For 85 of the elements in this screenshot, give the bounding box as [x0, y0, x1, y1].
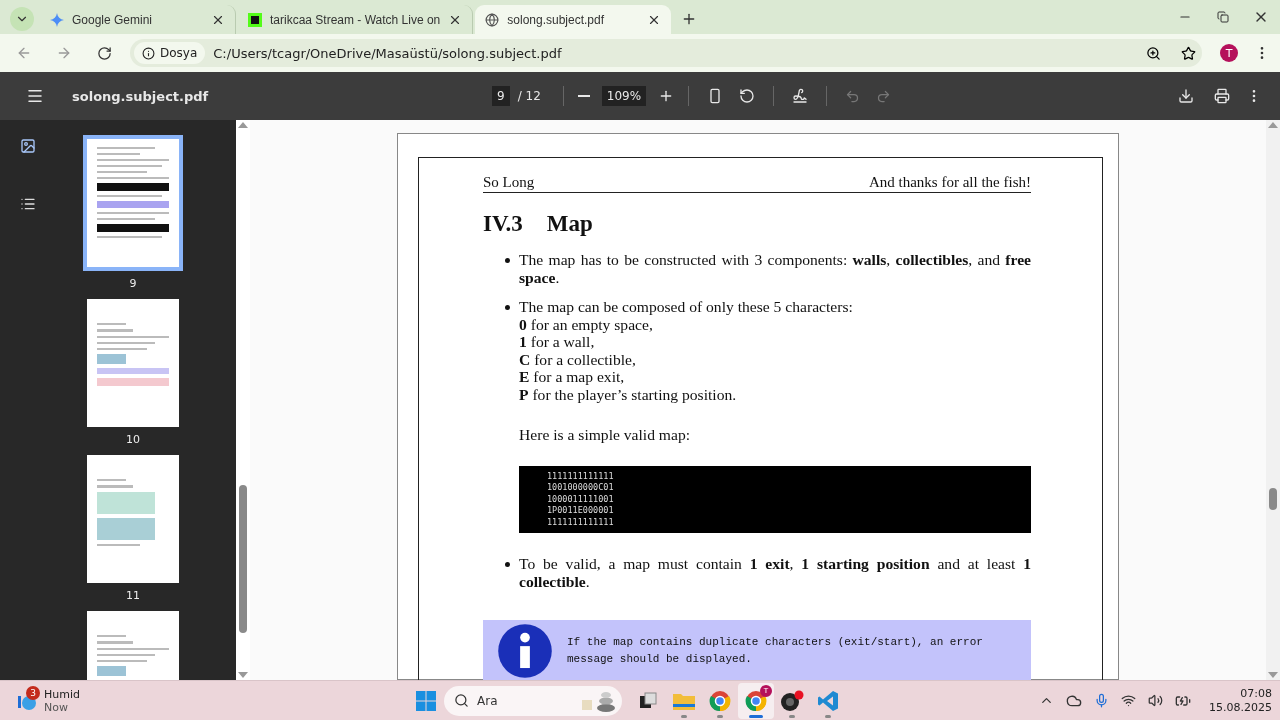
tab-search-button[interactable]: [10, 7, 34, 31]
bookmark-star-icon[interactable]: [1181, 45, 1196, 61]
annotate-button[interactable]: [792, 88, 809, 104]
redo-icon: [876, 88, 892, 104]
site-info-chip[interactable]: Dosya: [134, 42, 206, 64]
url-text: C:/Users/tcagr/OneDrive/Masaüstü/solong.subject.pdf: [213, 45, 563, 61]
site-logo-icon: [248, 12, 262, 27]
zoom-icon[interactable]: [1146, 45, 1161, 61]
running-header: And thanks for all the fish!: [868, 174, 1031, 191]
character-line: C for a collectible,: [519, 350, 637, 368]
page-count: / 12: [517, 89, 541, 103]
zoom-field[interactable]: 109%: [601, 86, 647, 106]
minus-icon: [577, 95, 590, 97]
folder-icon: [673, 691, 695, 710]
tab-title: tarikcaa Stream - Watch Live on: [270, 12, 441, 27]
print-button[interactable]: [1214, 88, 1230, 104]
section-heading: Map: [546, 211, 593, 237]
wifi-icon[interactable]: [1121, 693, 1136, 708]
character-line: E for a map exit,: [519, 368, 626, 386]
list-icon: [20, 196, 36, 212]
download-button[interactable]: [1178, 88, 1194, 104]
bullet-dot: [505, 305, 510, 310]
redo-button[interactable]: [876, 88, 892, 104]
rotate-icon: [739, 88, 756, 104]
page-number: 10: [126, 433, 140, 446]
running-header: So Long: [483, 174, 535, 191]
volume-icon[interactable]: [1148, 693, 1163, 708]
page-thumbnail[interactable]: [87, 299, 179, 427]
undo-button[interactable]: [845, 88, 861, 104]
character-line: 1 for a wall,: [519, 333, 596, 351]
browser-icon: [709, 689, 731, 712]
image-icon: [20, 138, 36, 154]
tab-title: Google Gemini: [72, 12, 154, 27]
character-line: 0 for an empty space,: [519, 315, 654, 333]
browser-icon: [745, 689, 767, 712]
weather-subtitle: Now: [44, 700, 69, 714]
profile-avatar[interactable]: T: [1220, 44, 1238, 62]
search-icon: [454, 693, 469, 708]
code-editor-icon: [817, 689, 839, 712]
forward-arrow-icon: [56, 45, 72, 61]
sparkle-icon: [50, 12, 64, 27]
pen-scribble-icon: [792, 88, 809, 104]
restore-icon: [1217, 11, 1229, 23]
page-thumbnail[interactable]: [83, 135, 183, 271]
tab-title: solong.subject.pdf: [507, 12, 606, 27]
browser-tab[interactable]: solong.subject.pdf: [475, 5, 672, 34]
character-line: P for the player’s starting position.: [519, 385, 738, 403]
reload-icon: [96, 45, 112, 61]
search-field[interactable]: Ara: [444, 685, 622, 716]
code-block: 1111111111111 1001000000C01 1000011111001 1P0011E000001 1111111111111: [519, 465, 1031, 533]
page-number: 9: [129, 277, 137, 290]
page-number: 11: [126, 589, 140, 602]
globe-icon: [485, 12, 500, 27]
info-icon: [497, 623, 553, 679]
bullet-text: The map can be composed of only these 5 characters:: [519, 298, 854, 316]
bullet-text: The map has to be constructed with 3 components: walls, collectibles, and free space.: [519, 251, 1031, 286]
info-icon: [142, 46, 155, 60]
paragraph: Here is a simple valid map:: [519, 426, 692, 444]
start-icon[interactable]: [416, 690, 436, 711]
task-view-icon: [638, 690, 658, 711]
weather-widget[interactable]: 3 Humid Now: [16, 687, 416, 714]
profile-badge: T: [760, 684, 772, 697]
scrollbar[interactable]: [236, 120, 250, 680]
menu-icon: [26, 87, 44, 105]
page-thumbnail[interactable]: [87, 455, 179, 583]
address-bar[interactable]: Dosya C:/Users/tcagr/OneDrive/Masaüstü/solong.subject.pdf: [130, 39, 1202, 67]
note-text: If the map contains duplicate characters (exit/start), an error message should be displayed.: [567, 635, 984, 667]
rotate-button[interactable]: [739, 88, 756, 104]
bullet-dot: [505, 562, 510, 567]
taskbar-app[interactable]: T: [738, 682, 774, 719]
page-number-field[interactable]: 9: [492, 86, 510, 106]
bullet-text: To be valid, a map must contain 1 exit, 1 starting position and at least 1 collectible.: [519, 555, 1031, 590]
clock[interactable]: 07:08 15.08.2025: [1209, 686, 1272, 715]
undo-icon: [845, 88, 861, 104]
document-title: solong.subject.pdf: [72, 88, 210, 104]
recorder-icon: [780, 689, 804, 712]
download-icon: [1178, 88, 1194, 104]
notification-badge: 3: [26, 685, 40, 700]
printer-icon: [1214, 88, 1230, 104]
scrollbar[interactable]: [1266, 120, 1280, 680]
weather-title: Humid: [44, 687, 80, 701]
menu-button[interactable]: [26, 87, 44, 105]
microphone-icon[interactable]: [1094, 693, 1109, 708]
section-number: IV.3: [483, 211, 523, 237]
bullet-dot: [505, 258, 510, 263]
